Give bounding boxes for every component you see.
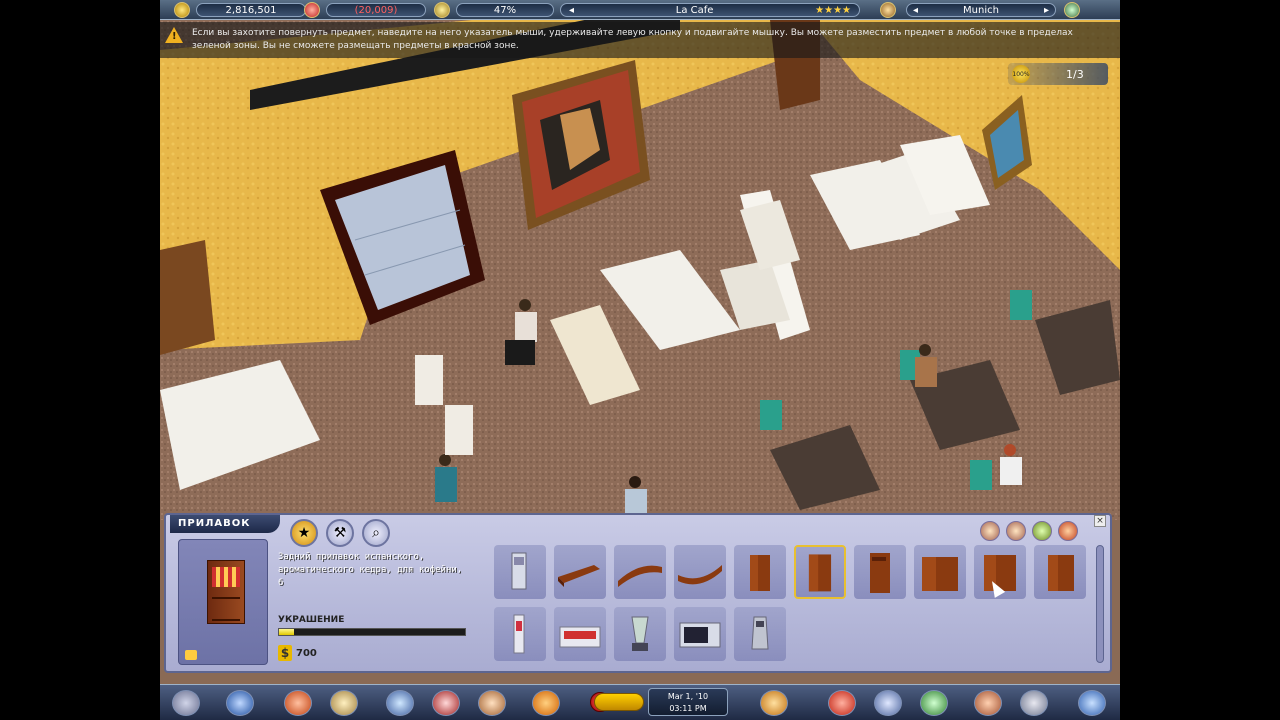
juicer-item[interactable] [494, 607, 546, 661]
counter-curve-item[interactable] [614, 545, 666, 599]
popularity-icon [434, 2, 450, 18]
cafe-name: La Cafe [675, 4, 714, 16]
item-description: Задний прилавок испанского, ароматическо… [278, 552, 463, 588]
popularity-display: 47% [434, 2, 554, 18]
city-name: Munich [963, 4, 999, 16]
placement-count: 1/3 [1066, 67, 1084, 81]
next-city-icon[interactable]: ▸ [1044, 5, 1049, 16]
coffee-machine-item[interactable] [494, 545, 546, 599]
hint-text: Если вы захотите повернуть предмет, наве… [192, 28, 1073, 51]
settings-icon[interactable] [1064, 2, 1080, 18]
decor-bar-fill [279, 629, 294, 635]
microwave-item[interactable] [674, 607, 726, 661]
decor-bar [278, 628, 466, 636]
hammer-tool-icon[interactable]: ⚒ [326, 519, 354, 547]
kitchen-icon[interactable] [920, 690, 948, 716]
counter-arc-item[interactable] [674, 545, 726, 599]
dispenser-item[interactable] [554, 607, 606, 661]
city-selector[interactable]: ◂ Munich ▸ [880, 2, 1080, 18]
prev-cafe-icon[interactable]: ◂ [569, 5, 574, 16]
preview-marker-icon [185, 650, 197, 660]
back-counter-shelf-item[interactable] [854, 545, 906, 599]
close-button[interactable]: × [1094, 515, 1106, 527]
camera-icon[interactable] [1020, 690, 1048, 716]
decor-label: УКРАШЕНИЕ [278, 615, 345, 625]
clock-date: Mar 1, '10 [667, 692, 709, 701]
game-clock: Mar 1, '10 03:11 PM [648, 688, 728, 716]
category-3-icon[interactable] [1032, 521, 1052, 541]
balance-icon [304, 2, 320, 18]
back-counter-item[interactable] [734, 545, 786, 599]
cafe-scene[interactable] [160, 20, 1120, 520]
bottom-toolbar: Mar 1, '10 03:11 PM [160, 684, 1120, 720]
panel-title: ПРИЛАВОК [170, 515, 280, 533]
decor-icon[interactable] [874, 690, 902, 716]
placement-counter: 100% 1/3 [1008, 63, 1108, 85]
back-counter-tall-item[interactable] [794, 545, 846, 599]
staff-icon[interactable] [386, 690, 414, 716]
recipe-book-icon[interactable] [330, 690, 358, 716]
category-2-icon[interactable] [1006, 521, 1026, 541]
furniture-panel: ПРИЛАВОК ★ ⚒ ⌕ × Задний прилавок испанск… [164, 513, 1112, 673]
money-display: 2,816,501 [174, 2, 306, 18]
item-price: $ 700 [278, 645, 317, 661]
coin-icon [174, 2, 190, 18]
back-counter-wide-item[interactable] [914, 545, 966, 599]
dollar-icon: $ [278, 645, 292, 661]
tools-icon[interactable] [760, 690, 788, 716]
price-value: 700 [296, 647, 317, 659]
category-1-icon[interactable] [980, 521, 1000, 541]
clock-time: 03:11 PM [669, 704, 707, 713]
warning-icon [165, 27, 183, 43]
item-scrollbar[interactable] [1096, 545, 1104, 663]
grinder-item[interactable] [734, 607, 786, 661]
blender-item[interactable] [614, 607, 666, 661]
lights-icon[interactable] [974, 690, 1002, 716]
star-tool-icon[interactable]: ★ [290, 519, 318, 547]
guests-icon[interactable] [478, 690, 506, 716]
magnifier-tool-icon[interactable]: ⌕ [362, 519, 390, 547]
game-window: 2,816,501 (20,009) 47% ◂ La Cafe ★★★★ ◂ … [160, 0, 1120, 720]
idea-icon[interactable] [532, 690, 560, 716]
stats-chart-icon[interactable] [226, 690, 254, 716]
top-status-bar: 2,816,501 (20,009) 47% ◂ La Cafe ★★★★ ◂ … [160, 0, 1120, 20]
prev-city-icon[interactable]: ◂ [913, 5, 918, 16]
item-grid [494, 545, 1094, 665]
back-counter-preview [207, 560, 245, 624]
rating-coin-icon: 100% [1012, 65, 1030, 83]
placement-hint: Если вы захотите повернуть предмет, наве… [160, 22, 1120, 58]
menu-button-icon[interactable] [172, 690, 200, 716]
money-value: 2,816,501 [196, 3, 306, 17]
food-icon[interactable] [284, 690, 312, 716]
popularity-value: 47% [456, 3, 554, 17]
speed-slider[interactable] [594, 693, 644, 711]
chef-icon[interactable] [432, 690, 460, 716]
counter-corner-item[interactable] [554, 545, 606, 599]
balance-value: (20,009) [326, 3, 426, 17]
category-4-icon[interactable] [1058, 521, 1078, 541]
globe-icon [880, 2, 896, 18]
exit-door-icon[interactable] [1078, 690, 1106, 716]
item-preview [178, 539, 268, 665]
back-counter-end-item[interactable] [1034, 545, 1086, 599]
cafe-rating: ★★★★ [815, 4, 851, 16]
furniture-icon[interactable] [828, 690, 856, 716]
balance-display: (20,009) [304, 2, 426, 18]
cafe-selector[interactable]: ◂ La Cafe ★★★★ [560, 2, 860, 18]
